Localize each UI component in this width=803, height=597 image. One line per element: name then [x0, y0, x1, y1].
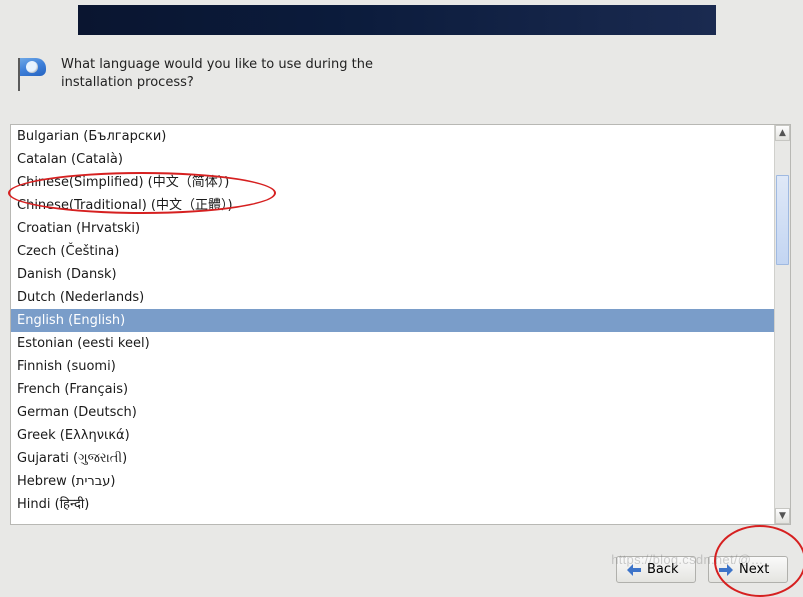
language-option[interactable]: German (Deutsch): [11, 401, 774, 424]
language-option-label: Estonian (eesti keel): [17, 336, 150, 351]
scroll-thumb[interactable]: [776, 175, 789, 265]
language-option[interactable]: Hindi (हिन्दी): [11, 493, 774, 516]
language-option-label: Bulgarian (Български): [17, 129, 166, 144]
prompt-text: What language would you like to use duri…: [61, 56, 373, 91]
language-listbox-wrap: Bulgarian (Български) Catalan (Català) Chi…: [10, 124, 791, 525]
language-flag-icon: [14, 56, 49, 91]
prompt-line1: What language would you like to use duri…: [61, 56, 373, 74]
language-option-label: Catalan (Català): [17, 152, 123, 167]
prompt-line2: installation process?: [61, 74, 373, 92]
language-option[interactable]: Dutch (Nederlands): [11, 286, 774, 309]
language-listbox[interactable]: Bulgarian (Български) Catalan (Català) Chi…: [11, 125, 774, 524]
language-option[interactable]: French (Français): [11, 378, 774, 401]
language-option[interactable]: Greek (Ελληνικά): [11, 424, 774, 447]
language-option-label: Hindi (हिन्दी): [17, 497, 89, 512]
language-option[interactable]: Catalan (Català): [11, 148, 774, 171]
language-option[interactable]: Hebrew (עברית): [11, 470, 774, 493]
prompt-row: What language would you like to use duri…: [14, 56, 373, 91]
language-option[interactable]: Bulgarian (Български): [11, 125, 774, 148]
language-option[interactable]: Estonian (eesti keel): [11, 332, 774, 355]
language-option[interactable]: Chinese(Simplified) (中文（简体）): [11, 171, 774, 194]
language-option[interactable]: Gujarati (ગુજરાતી): [11, 447, 774, 470]
language-option[interactable]: Croatian (Hrvatski): [11, 217, 774, 240]
language-option-label: German (Deutsch): [17, 405, 137, 420]
language-option-label: Gujarati (ગુજરાતી): [17, 451, 127, 466]
scroll-up-button[interactable]: ▲: [775, 125, 790, 141]
language-option-label: Finnish (suomi): [17, 359, 116, 374]
scrollbar[interactable]: ▲ ▼: [774, 125, 790, 524]
language-option-label: French (Français): [17, 382, 128, 397]
language-option[interactable]: English (English): [11, 309, 774, 332]
language-option[interactable]: Chinese(Traditional) (中文（正體）): [11, 194, 774, 217]
language-option[interactable]: Danish (Dansk): [11, 263, 774, 286]
language-option[interactable]: Finnish (suomi): [11, 355, 774, 378]
language-option-label: Hebrew (עברית): [17, 474, 115, 489]
language-option[interactable]: Czech (Čeština): [11, 240, 774, 263]
language-option-label: Greek (Ελληνικά): [17, 428, 130, 443]
language-option-label: Croatian (Hrvatski): [17, 221, 140, 236]
language-option-label: Dutch (Nederlands): [17, 290, 144, 305]
language-option-label: English (English): [17, 313, 125, 328]
language-option-label: Danish (Dansk): [17, 267, 117, 282]
scroll-down-button[interactable]: ▼: [775, 508, 790, 524]
language-option-label: Chinese(Simplified) (中文（简体）): [17, 175, 229, 190]
watermark-text: https://blog.csdn.net/@...: [611, 552, 763, 567]
language-option-label: Czech (Čeština): [17, 244, 119, 259]
language-option-label: Chinese(Traditional) (中文（正體）): [17, 198, 233, 213]
header-banner: [78, 5, 716, 35]
